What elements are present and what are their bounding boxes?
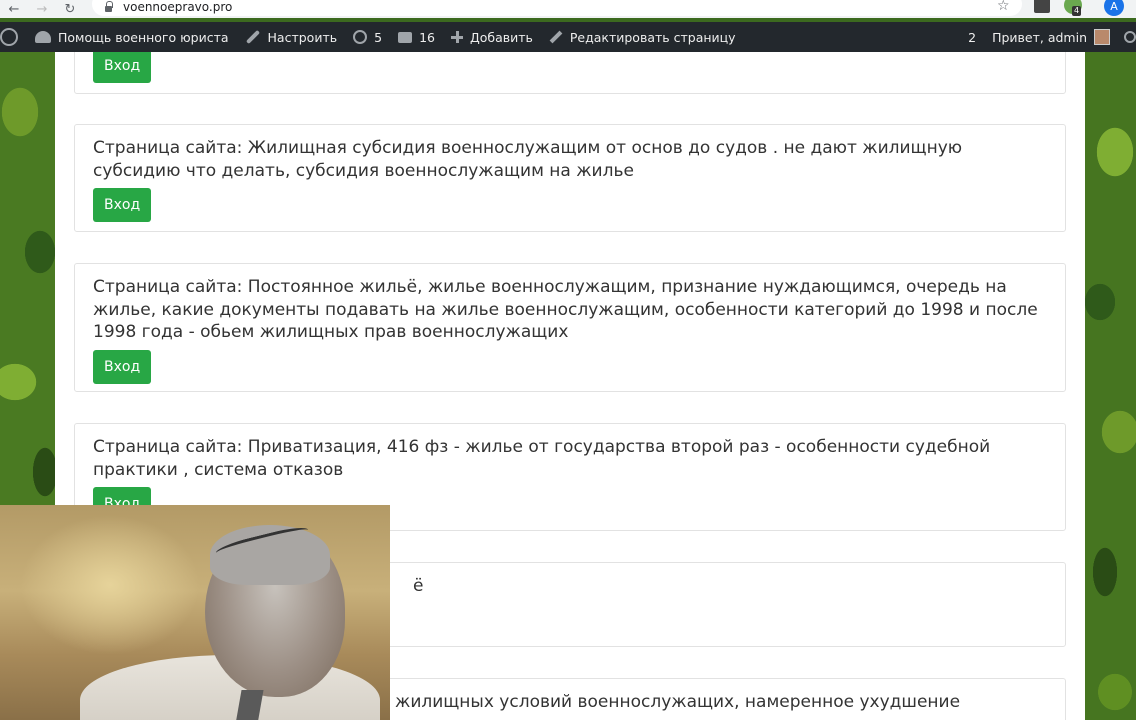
notifications-count[interactable]: 2 bbox=[968, 22, 976, 52]
edit-page-label: Редактировать страницу bbox=[569, 29, 736, 45]
login-button[interactable]: Вход bbox=[93, 52, 152, 83]
profile-avatar[interactable]: A bbox=[1104, 0, 1124, 16]
dashboard-icon bbox=[35, 31, 51, 43]
login-button[interactable]: Вход bbox=[93, 188, 152, 222]
comment-icon bbox=[398, 31, 413, 43]
updates-count: 5 bbox=[374, 29, 383, 45]
back-arrow-icon[interactable]: ← bbox=[0, 0, 28, 18]
card-title: Страница сайта: Жилищная субсидия военно… bbox=[93, 138, 963, 181]
browser-toolbar: ← → ↻ voennoepravo.pro ☆ 4 A bbox=[0, 0, 1136, 18]
site-name-menu[interactable]: Помощь военного юриста bbox=[35, 22, 229, 52]
add-new-label: Добавить bbox=[469, 29, 533, 45]
search-icon bbox=[1124, 31, 1136, 43]
comments-link[interactable]: 16 bbox=[398, 22, 435, 52]
customize-link[interactable]: Настроить bbox=[245, 22, 338, 52]
edit-page-link[interactable]: Редактировать страницу bbox=[549, 22, 736, 52]
card-title: Страница сайта: Приватизация, 416 фз - ж… bbox=[93, 437, 991, 480]
login-button[interactable]: Вход bbox=[93, 349, 152, 384]
avatar bbox=[1094, 29, 1110, 45]
reload-icon[interactable]: ↻ bbox=[56, 0, 84, 18]
pencil-icon bbox=[549, 30, 563, 44]
forward-arrow-icon[interactable]: → bbox=[28, 0, 56, 18]
url-text: voennoepravo.pro bbox=[123, 0, 233, 14]
webcam-light bbox=[20, 515, 200, 655]
bookmark-star-icon[interactable]: ☆ bbox=[997, 0, 1010, 14]
extension-badge: 4 bbox=[1072, 6, 1082, 16]
address-bar[interactable]: voennoepravo.pro bbox=[92, 0, 1022, 16]
add-new-menu[interactable]: Добавить bbox=[450, 22, 533, 52]
brush-icon bbox=[245, 29, 260, 45]
list-item: Страница сайта: Жилищная субсидия военно… bbox=[74, 124, 1066, 232]
wp-logo-menu[interactable] bbox=[0, 22, 25, 52]
list-item: Вход bbox=[74, 52, 1066, 94]
updates-icon bbox=[353, 30, 368, 44]
greeting: Привет, admin bbox=[992, 29, 1087, 45]
my-account-menu[interactable]: Привет, admin bbox=[992, 22, 1110, 52]
background-right bbox=[1085, 52, 1136, 720]
updates-link[interactable]: 5 bbox=[353, 22, 382, 52]
customize-label: Настроить bbox=[267, 29, 338, 45]
extension-icon[interactable] bbox=[1034, 0, 1050, 13]
webcam-overlay bbox=[0, 505, 390, 720]
site-name: Помощь военного юриста bbox=[58, 29, 229, 45]
lock-icon bbox=[104, 1, 113, 12]
wordpress-logo-icon bbox=[0, 28, 18, 46]
card-title: Страница сайта: Постоянное жильё, жилье … bbox=[93, 277, 1038, 342]
comments-count: 16 bbox=[419, 29, 435, 45]
admin-search[interactable] bbox=[1110, 22, 1136, 52]
list-item: Страница сайта: Постоянное жильё, жилье … bbox=[74, 263, 1066, 392]
plus-icon bbox=[450, 31, 463, 43]
wp-admin-bar: Помощь военного юриста Настроить 5 16 До… bbox=[0, 22, 1136, 52]
